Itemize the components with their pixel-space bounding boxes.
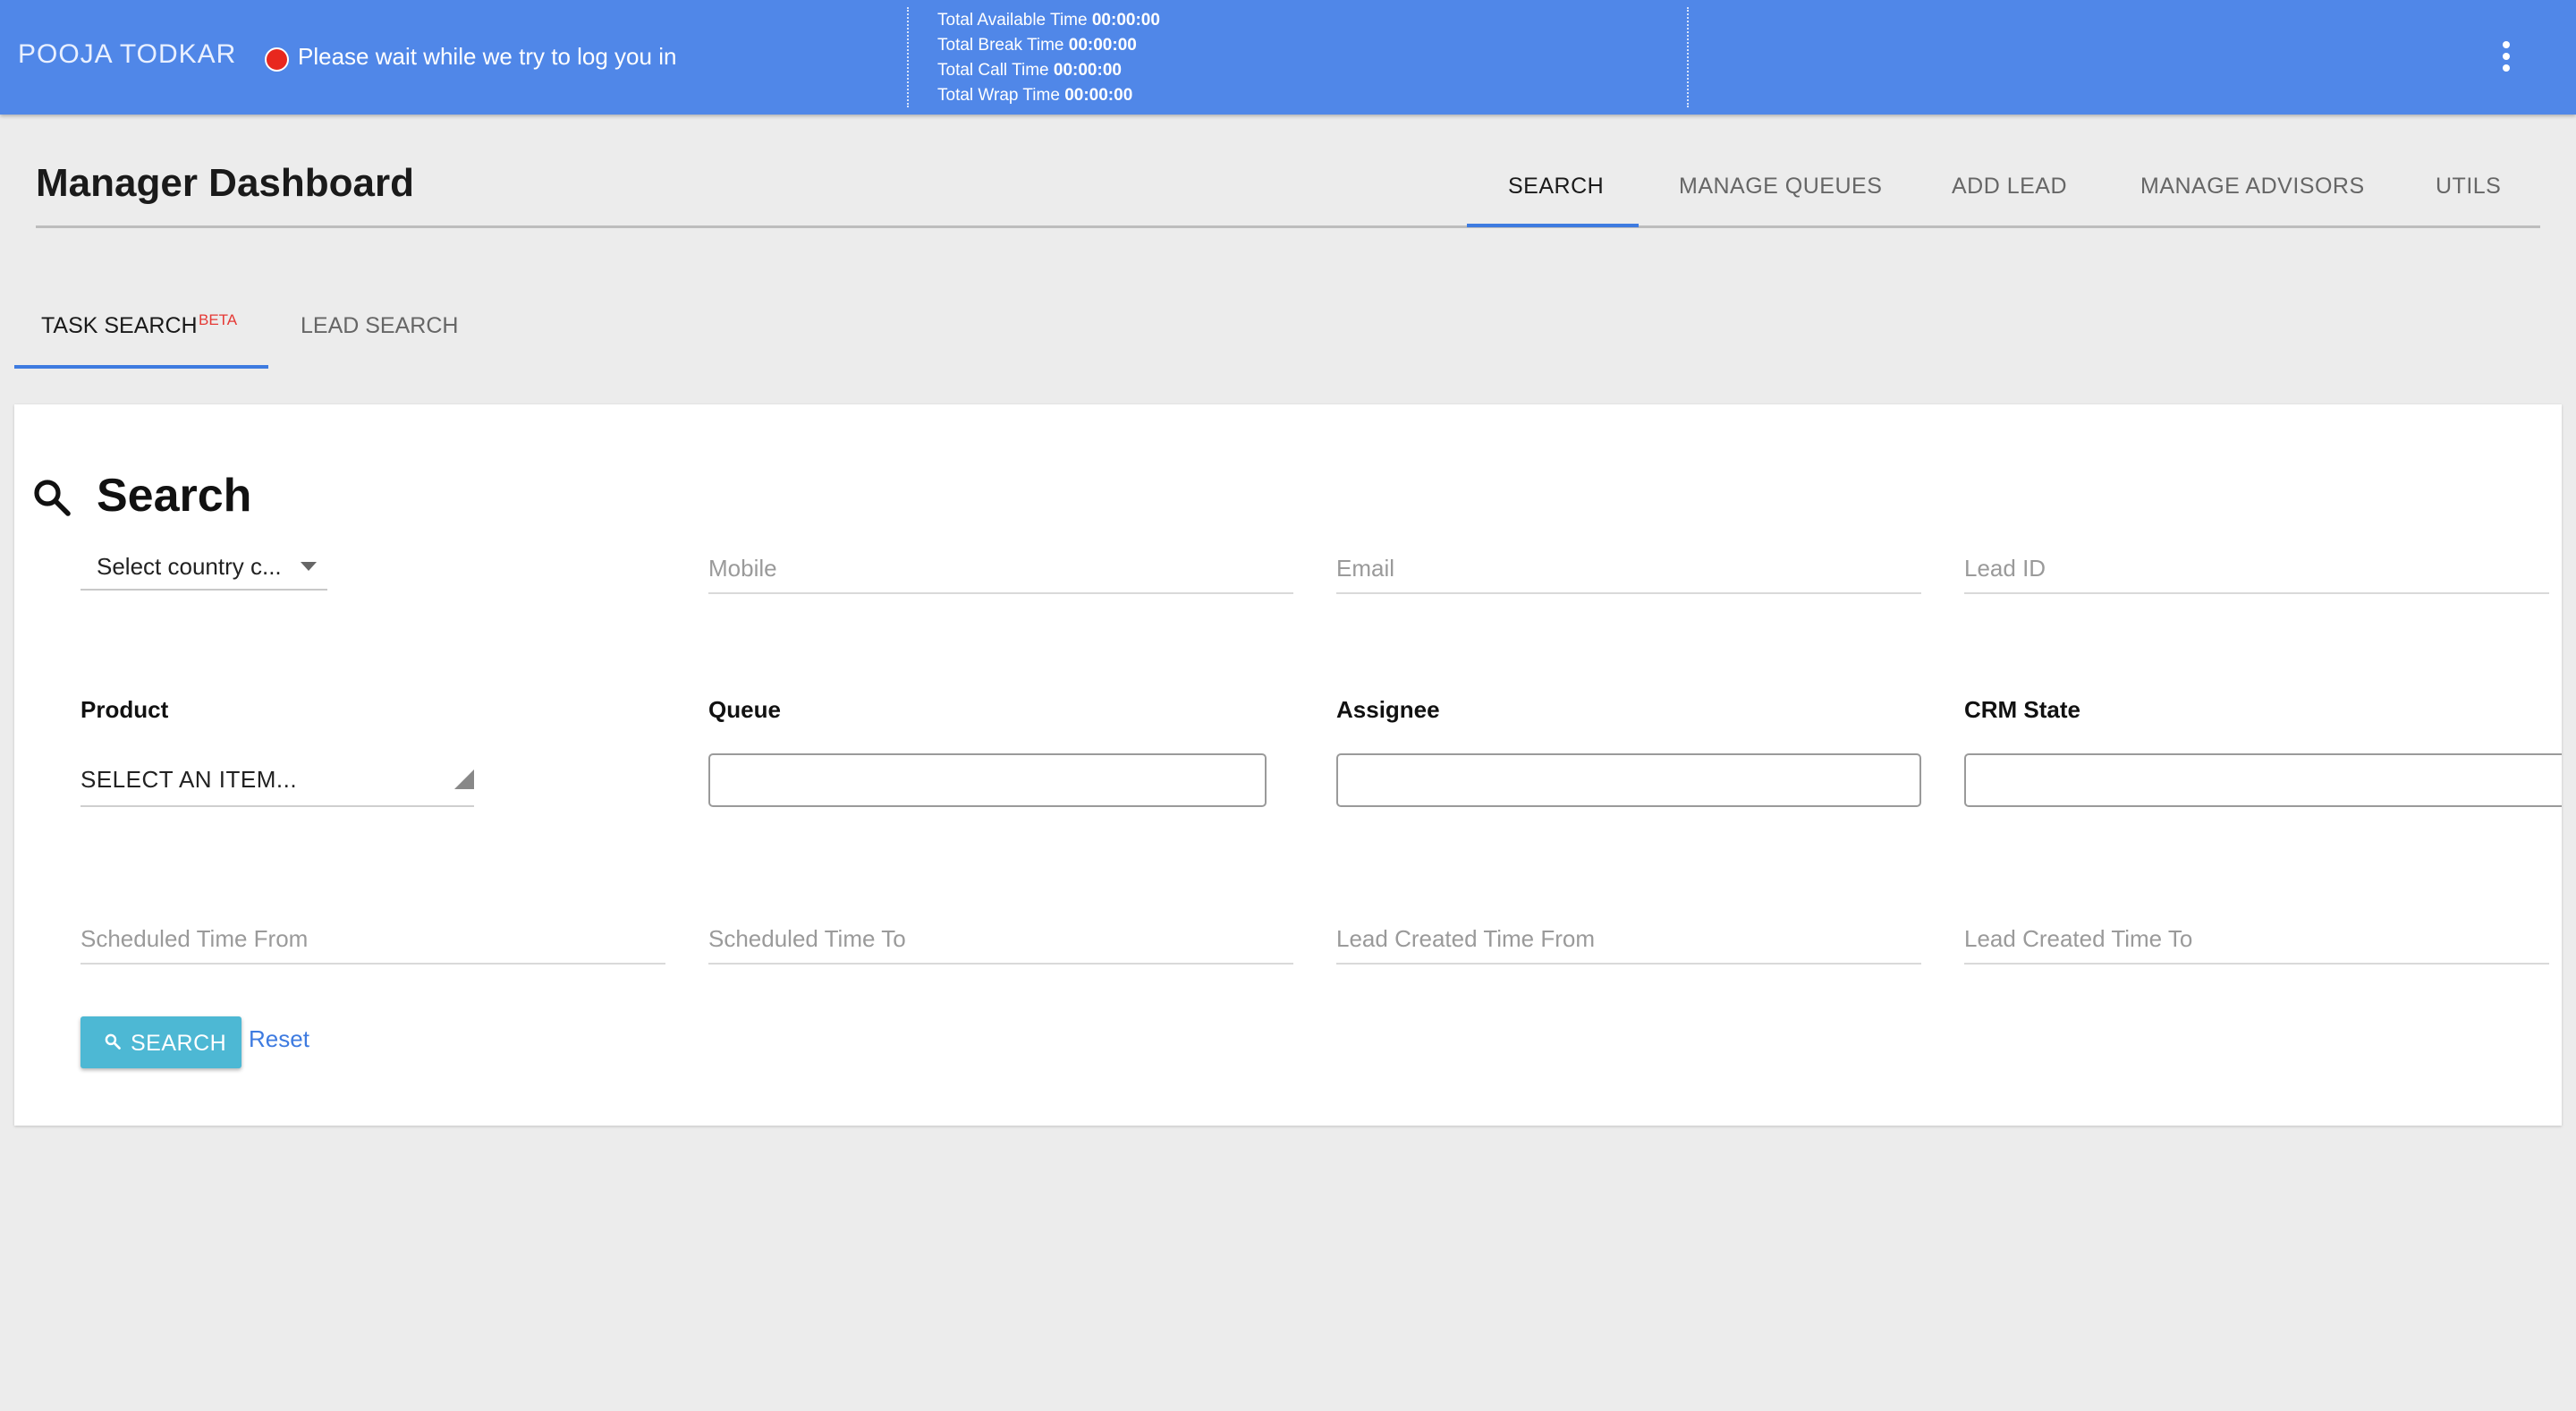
search-button-label: SEARCH — [131, 1031, 227, 1056]
tab-manage-queues[interactable]: MANAGE QUEUES — [1679, 174, 1882, 200]
scheduled-time-to-input[interactable]: Scheduled Time To — [708, 909, 1293, 965]
crm-state-input[interactable] — [1964, 753, 2562, 807]
product-label: Product — [80, 696, 169, 723]
email-input[interactable]: Email — [1336, 539, 1921, 594]
active-subtab-indicator — [14, 365, 268, 369]
tab-utils[interactable]: UTILS — [2436, 174, 2501, 200]
available-time: Total Available Time 00:00:00 — [937, 11, 1160, 30]
lead-created-time-to-input[interactable]: Lead Created Time To — [1964, 909, 2549, 965]
status-indicator-icon — [265, 47, 289, 72]
scheduled-time-from-input[interactable]: Scheduled Time From — [80, 909, 665, 965]
wrap-time: Total Wrap Time 00:00:00 — [937, 86, 1133, 105]
queue-label: Queue — [708, 696, 781, 723]
active-tab-indicator — [1467, 224, 1639, 227]
assignee-input[interactable] — [1336, 753, 1921, 807]
lead-created-time-from-input[interactable]: Lead Created Time From — [1336, 909, 1921, 965]
reset-link[interactable]: Reset — [249, 1025, 309, 1053]
dropdown-corner-icon — [454, 769, 474, 789]
search-card: Search Select country c... Mobile Email … — [14, 404, 2562, 1126]
beta-badge: BETA — [199, 311, 238, 328]
subtab-lead-search[interactable]: LEAD SEARCH — [301, 313, 458, 339]
country-code-select[interactable]: Select country c... — [80, 539, 327, 591]
mobile-input[interactable]: Mobile — [708, 539, 1293, 594]
tabs-divider — [36, 225, 2540, 228]
tab-search[interactable]: SEARCH — [1508, 174, 1604, 200]
call-time: Total Call Time 00:00:00 — [937, 61, 1122, 80]
page-title: Manager Dashboard — [36, 161, 414, 205]
product-select[interactable]: SELECT AN ITEM... — [80, 752, 474, 807]
chevron-down-icon — [301, 562, 317, 571]
crm-state-label: CRM State — [1964, 696, 2081, 723]
assignee-label: Assignee — [1336, 696, 1440, 723]
queue-input[interactable] — [708, 753, 1267, 807]
lead-id-input[interactable]: Lead ID — [1964, 539, 2549, 594]
more-vert-icon[interactable] — [2496, 41, 2517, 77]
search-button[interactable]: SEARCH — [80, 1016, 242, 1068]
time-summary: Total Available Time 00:00:00 Total Brea… — [907, 7, 1689, 107]
agent-name: POOJA TODKAR — [18, 39, 237, 69]
break-time: Total Break Time 00:00:00 — [937, 36, 1137, 55]
search-icon — [105, 1033, 121, 1050]
tab-add-lead[interactable]: ADD LEAD — [1952, 174, 2067, 200]
subtab-task-search[interactable]: TASK SEARCH — [41, 313, 198, 339]
search-title: Search — [97, 470, 252, 522]
tab-manage-advisors[interactable]: MANAGE ADVISORS — [2140, 174, 2365, 200]
search-icon — [34, 480, 71, 516]
login-status-text: Please wait while we try to log you in — [298, 43, 677, 70]
top-bar: POOJA TODKAR Please wait while we try to… — [0, 0, 2576, 115]
